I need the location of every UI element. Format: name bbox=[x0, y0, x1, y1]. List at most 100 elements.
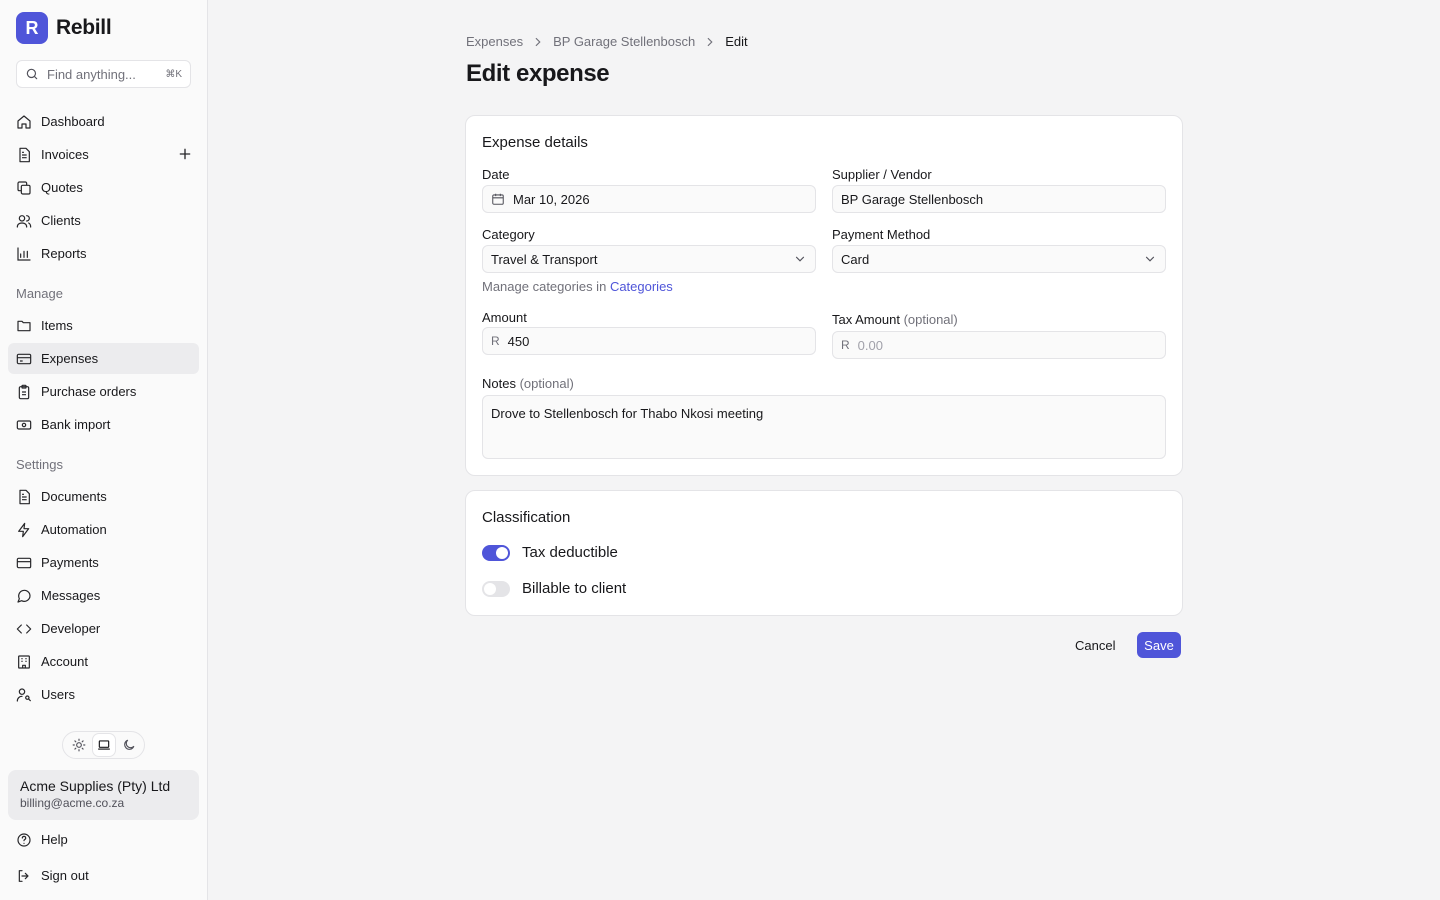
chevron-down-icon bbox=[795, 256, 805, 262]
sidebar-item-payments[interactable]: Payments bbox=[8, 547, 199, 578]
sidebar-item-label: Expenses bbox=[41, 351, 99, 366]
payment-method-select[interactable]: Card bbox=[832, 245, 1166, 273]
sidebar-item-users[interactable]: Users bbox=[8, 679, 199, 710]
sidebar-item-messages[interactable]: Messages bbox=[8, 580, 199, 611]
toggle-knob bbox=[484, 582, 496, 595]
folder-icon bbox=[17, 320, 31, 331]
user-key-icon bbox=[16, 687, 31, 702]
chevron-right-icon bbox=[535, 37, 541, 46]
sidebar-item-label: Documents bbox=[41, 489, 107, 504]
sidebar-item-label: Payments bbox=[41, 555, 99, 570]
currency-prefix: R bbox=[491, 334, 500, 348]
supplier-input[interactable]: BP Garage Stellenbosch bbox=[832, 185, 1166, 213]
currency-prefix: R bbox=[841, 338, 850, 352]
sidebar: R Rebill Find anything... ⌘K Dashboard I… bbox=[0, 0, 208, 900]
sidebar-item-label: Automation bbox=[41, 522, 107, 537]
payment-method-value: Card bbox=[841, 251, 870, 267]
search-placeholder: Find anything... bbox=[47, 66, 136, 82]
cancel-button[interactable]: Cancel bbox=[1065, 632, 1125, 658]
classification-title: Classification bbox=[482, 509, 571, 526]
sidebar-item-label: Bank import bbox=[41, 417, 111, 432]
expense-details-card: Expense details Date Mar 10, 2026 Suppli… bbox=[465, 115, 1183, 476]
optional-hint: (optional) bbox=[903, 312, 958, 327]
account-name: Acme Supplies (Pty) Ltd bbox=[20, 778, 171, 794]
sidebar-item-purchase-orders[interactable]: Purchase orders bbox=[8, 376, 199, 407]
theme-dark-button[interactable] bbox=[118, 734, 140, 756]
sidebar-item-label: Purchase orders bbox=[41, 384, 137, 399]
sidebar-item-sign-out[interactable]: Sign out bbox=[8, 860, 199, 891]
sidebar-item-label: Messages bbox=[41, 588, 101, 603]
amount-label: Amount bbox=[482, 310, 527, 325]
billable-toggle[interactable] bbox=[482, 580, 510, 597]
toggle-knob bbox=[496, 546, 508, 559]
sidebar-item-label: Reports bbox=[41, 246, 87, 261]
date-field[interactable]: Mar 10, 2026 bbox=[482, 185, 816, 213]
notes-textarea[interactable]: Drove to Stellenbosch for Thabo Nkosi me… bbox=[482, 395, 1166, 459]
optional-hint: (optional) bbox=[519, 376, 574, 391]
category-label: Category bbox=[482, 227, 535, 242]
breadcrumb: Expenses BP Garage Stellenbosch Edit bbox=[466, 34, 748, 49]
sidebar-item-items[interactable]: Items bbox=[8, 310, 199, 341]
sidebar-item-documents[interactable]: Documents bbox=[8, 481, 199, 512]
categories-link[interactable]: Categories bbox=[610, 279, 673, 294]
sidebar-item-label: Help bbox=[41, 832, 68, 847]
sidebar-item-label: Sign out bbox=[41, 868, 89, 883]
brand-logo: R bbox=[16, 12, 48, 44]
chevron-down-icon bbox=[1145, 256, 1155, 262]
theme-system-button[interactable] bbox=[92, 734, 115, 756]
sidebar-item-automation[interactable]: Automation bbox=[8, 514, 199, 545]
nav-section-manage: Manage bbox=[16, 286, 63, 301]
sidebar-item-label: Users bbox=[41, 687, 75, 702]
sidebar-item-developer[interactable]: Developer bbox=[8, 613, 199, 644]
file-text-icon bbox=[19, 489, 30, 504]
sidebar-item-account[interactable]: Account bbox=[8, 646, 199, 677]
billable-row: Billable to client bbox=[482, 580, 626, 597]
date-value: Mar 10, 2026 bbox=[513, 191, 590, 207]
tax-amount-input[interactable]: R 0.00 bbox=[832, 331, 1166, 359]
breadcrumb-supplier[interactable]: BP Garage Stellenbosch bbox=[553, 34, 695, 49]
sidebar-item-help[interactable]: Help bbox=[8, 824, 199, 855]
sidebar-item-bank-import[interactable]: Bank import bbox=[8, 409, 199, 440]
account-email: billing@acme.co.za bbox=[20, 796, 125, 810]
supplier-label: Supplier / Vendor bbox=[832, 167, 932, 182]
brand[interactable]: R Rebill bbox=[16, 12, 112, 44]
sidebar-item-invoices[interactable]: Invoices bbox=[8, 139, 199, 170]
log-out-icon bbox=[18, 869, 29, 882]
theme-light-button[interactable] bbox=[68, 734, 90, 756]
home-icon bbox=[17, 114, 31, 129]
sidebar-item-label: Developer bbox=[41, 621, 101, 636]
file-text-icon bbox=[19, 147, 30, 162]
calendar-icon bbox=[492, 193, 504, 205]
tax-deductible-label: Tax deductible bbox=[522, 544, 618, 561]
sidebar-item-reports[interactable]: Reports bbox=[8, 238, 199, 269]
sidebar-item-quotes[interactable]: Quotes bbox=[8, 172, 199, 203]
building-icon bbox=[18, 654, 30, 669]
category-select[interactable]: Travel & Transport bbox=[482, 245, 816, 273]
message-circle-icon bbox=[17, 589, 31, 603]
date-label: Date bbox=[482, 167, 510, 182]
category-helper-text: Manage categories in bbox=[482, 279, 607, 294]
search-input[interactable]: Find anything... ⌘K bbox=[16, 60, 191, 88]
sidebar-item-clients[interactable]: Clients bbox=[8, 205, 199, 236]
breadcrumb-current: Edit bbox=[725, 34, 748, 49]
amount-input[interactable]: R 450 bbox=[482, 327, 816, 355]
plus-icon[interactable] bbox=[177, 146, 193, 162]
sidebar-item-label: Invoices bbox=[41, 147, 89, 162]
bar-chart-icon bbox=[17, 246, 31, 261]
category-value: Travel & Transport bbox=[491, 251, 598, 267]
brand-name: Rebill bbox=[56, 16, 112, 39]
payment-method-label: Payment Method bbox=[832, 227, 931, 242]
laptop-icon bbox=[97, 740, 110, 750]
tax-deductible-toggle[interactable] bbox=[482, 544, 510, 561]
theme-switcher bbox=[62, 731, 145, 759]
breadcrumb-expenses[interactable]: Expenses bbox=[466, 34, 523, 49]
users-icon bbox=[16, 214, 32, 228]
sidebar-item-expenses[interactable]: Expenses bbox=[8, 343, 199, 374]
account-switcher[interactable]: Acme Supplies (Pty) Ltd billing@acme.co.… bbox=[8, 770, 199, 820]
sidebar-item-dashboard[interactable]: Dashboard bbox=[8, 106, 199, 137]
notes-label-text: Notes bbox=[482, 376, 516, 391]
save-button[interactable]: Save bbox=[1137, 632, 1181, 658]
search-icon bbox=[26, 68, 38, 80]
sidebar-item-label: Items bbox=[41, 318, 73, 333]
expense-details-title: Expense details bbox=[482, 134, 588, 151]
